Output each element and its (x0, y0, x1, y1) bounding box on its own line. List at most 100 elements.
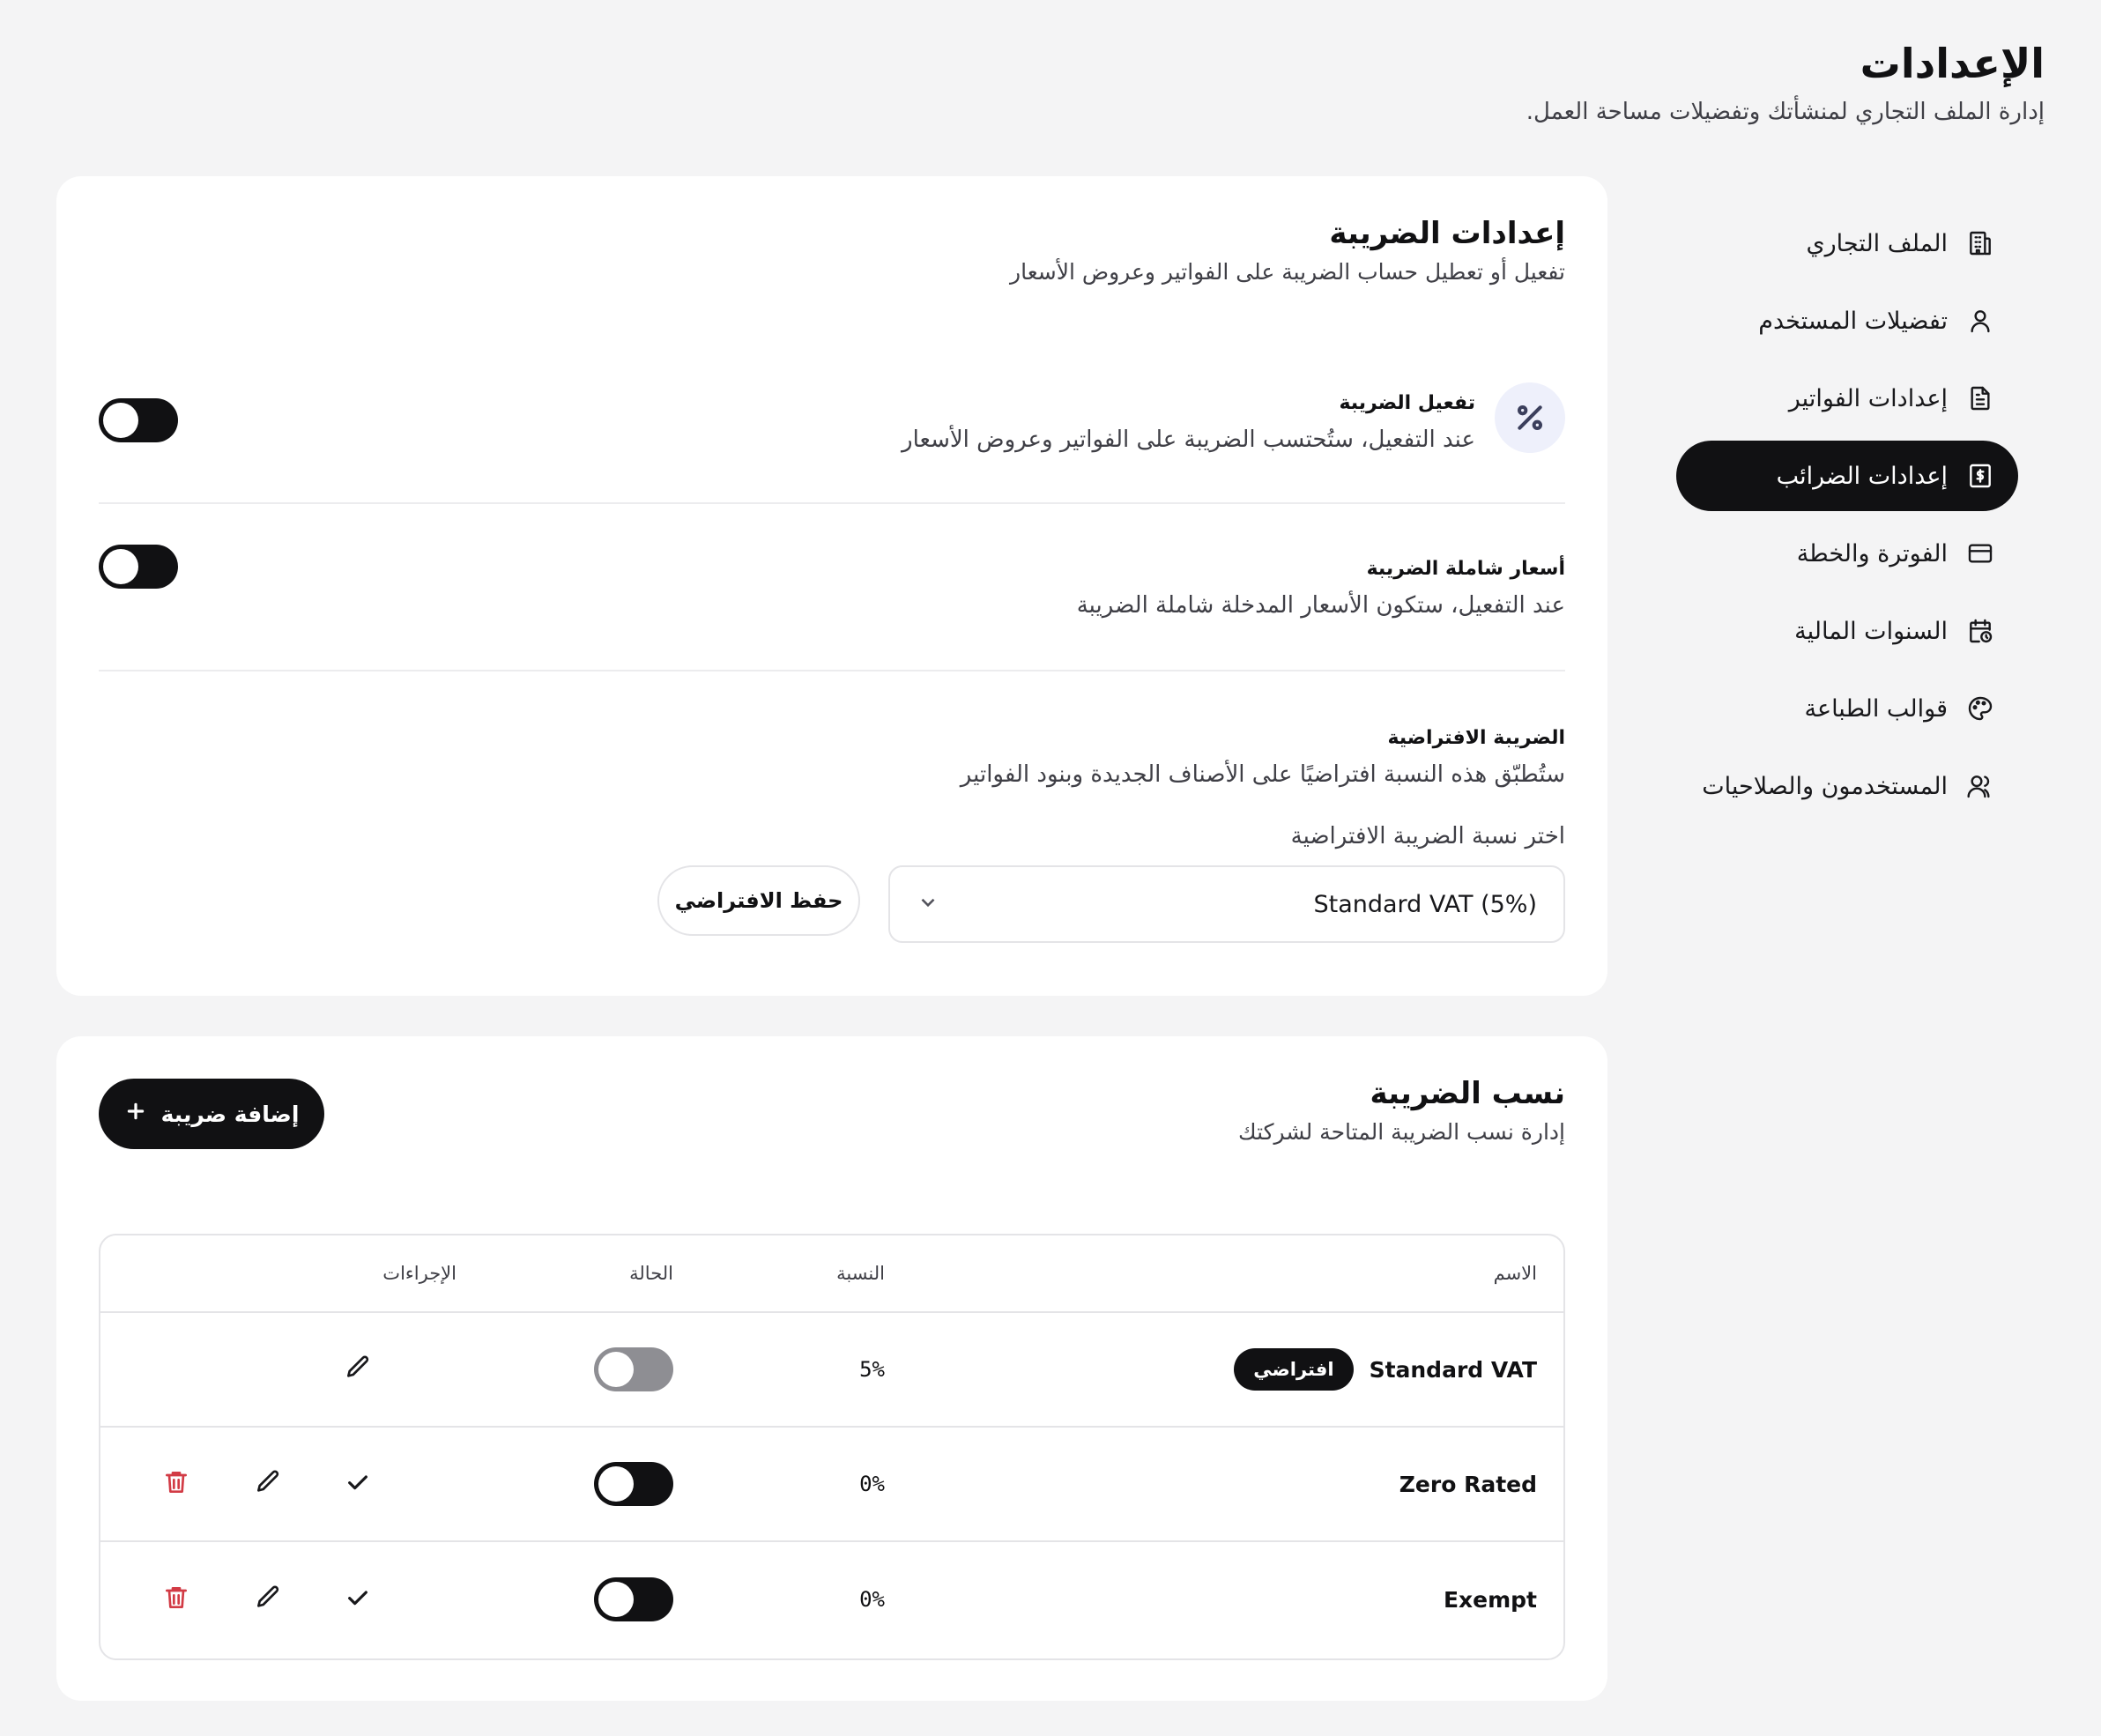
plus-icon (124, 1100, 147, 1128)
status-toggle[interactable] (594, 1347, 673, 1391)
pencil-icon (254, 1468, 282, 1500)
palette-icon (1965, 694, 1995, 723)
table-header: الاسم النسبة الحالة الإجراءات (100, 1235, 1563, 1313)
default-tax-controls: اختر نسبة الضريبة الافتراضية Standard VA… (99, 671, 1565, 953)
edit-button[interactable] (340, 1352, 375, 1387)
user-icon (1965, 306, 1995, 336)
tax-name: Exempt (1443, 1586, 1537, 1613)
status-cell (594, 1428, 673, 1540)
check-icon (344, 1468, 372, 1500)
tax-rates-table: الاسم النسبة الحالة الإجراءات Standard V… (99, 1234, 1565, 1660)
add-tax-label: إضافة ضريبة (160, 1101, 300, 1127)
status-cell (594, 1313, 673, 1426)
delete-button[interactable] (159, 1582, 194, 1617)
name-cell: Standard VAT افتراضي (1234, 1313, 1537, 1426)
sidebar-item-fiscal-years[interactable]: السنوات المالية (1676, 596, 2018, 666)
tax-rates-title: نسب الضريبة (1370, 1076, 1565, 1111)
sidebar-item-print-templates[interactable]: قوالب الطباعة (1676, 673, 2018, 744)
tax-rates-card: نسب الضريبة إدارة نسب الضريبة المتاحة لش… (56, 1036, 1607, 1701)
building-icon (1965, 228, 1995, 258)
name-cell: Zero Rated (1399, 1428, 1537, 1540)
sidebar-item-user-preferences[interactable]: تفضيلات المستخدم (1676, 286, 2018, 356)
receipt-dollar-icon (1965, 461, 1995, 491)
delete-button[interactable] (159, 1466, 194, 1502)
tax-settings-description: تفعيل أو تعطيل حساب الضريبة على الفواتير… (1010, 259, 1565, 285)
tax-settings-card: إعدادات الضريبة تفعيل أو تعطيل حساب الضر… (56, 176, 1607, 996)
tax-inclusive-description: عند التفعيل، ستكون الأسعار المدخلة شاملة… (1076, 592, 1565, 619)
document-icon (1965, 383, 1995, 413)
add-tax-button[interactable]: إضافة ضريبة (99, 1079, 324, 1149)
sidebar-item-label: الفوترة والخطة (1796, 539, 1948, 568)
enable-tax-row: تفعيل الضريبة عند التفعيل، ستُحتسب الضري… (99, 370, 1565, 504)
trash-icon (162, 1468, 190, 1500)
enable-tax-label: تفعيل الضريبة (1339, 392, 1475, 414)
tax-rate: 0% (859, 1587, 885, 1612)
actions-cell (143, 1542, 407, 1657)
enable-tax-description: عند التفعيل، ستُحتسب الضريبة على الفواتي… (902, 427, 1475, 453)
rate-cell: 0% (859, 1542, 885, 1657)
check-icon (344, 1584, 372, 1615)
column-header-rate: النسبة (836, 1263, 885, 1284)
default-badge: افتراضي (1234, 1348, 1354, 1391)
tax-settings-header: إعدادات الضريبة تفعيل أو تعطيل حساب الضر… (1010, 210, 1565, 285)
sidebar-item-tax-settings[interactable]: إعدادات الضرائب (1676, 441, 2018, 511)
status-toggle[interactable] (594, 1462, 673, 1506)
tax-inclusive-toggle[interactable] (99, 545, 178, 589)
tax-name: Zero Rated (1399, 1471, 1537, 1497)
enable-tax-text: تفعيل الضريبة عند التفعيل، ستُحتسب الضري… (902, 388, 1475, 453)
tax-rate: 0% (859, 1472, 885, 1496)
column-header-name: الاسم (1493, 1263, 1537, 1284)
name-cell: Exempt (1444, 1542, 1537, 1657)
settings-page: الإعدادات إدارة الملف التجاري لمنشأتك وت… (0, 0, 2101, 1736)
sidebar-item-label: إعدادات الفواتير (1788, 384, 1948, 412)
sidebar-item-label: الملف التجاري (1806, 229, 1948, 257)
sidebar-item-users-permissions[interactable]: المستخدمون والصلاحيات (1676, 751, 2018, 821)
tax-inclusive-row: أسعار شاملة الضريبة عند التفعيل، ستكون ا… (99, 504, 1565, 671)
settings-sidebar: الملف التجاري تفضيلات المستخدم إعدادات ا… (1676, 208, 2018, 828)
tax-inclusive-label: أسعار شاملة الضريبة (1366, 558, 1565, 580)
page-title: الإعدادات (1860, 40, 2045, 87)
calendar-clock-icon (1965, 616, 1995, 646)
pencil-icon (344, 1354, 372, 1385)
tax-settings-title: إعدادات الضريبة (1329, 216, 1565, 251)
table-row: Exempt 0% (100, 1542, 1563, 1657)
trash-icon (162, 1584, 190, 1615)
chevron-down-icon (917, 891, 939, 917)
sidebar-item-billing-plan[interactable]: الفوترة والخطة (1676, 518, 2018, 589)
column-header-actions: الإجراءات (382, 1263, 457, 1284)
column-header-status: الحالة (629, 1263, 673, 1284)
page-subtitle: إدارة الملف التجاري لمنشأتك وتفضيلات مسا… (1526, 99, 2045, 125)
tax-rates-header: نسب الضريبة إدارة نسب الضريبة المتاحة لش… (1238, 1070, 1565, 1145)
default-tax-select[interactable]: Standard VAT (5%) (888, 865, 1565, 943)
set-default-button[interactable] (340, 1466, 375, 1502)
pencil-icon (254, 1584, 282, 1615)
status-toggle[interactable] (594, 1577, 673, 1621)
actions-cell (143, 1313, 407, 1426)
set-default-button[interactable] (340, 1582, 375, 1617)
sidebar-item-invoice-settings[interactable]: إعدادات الفواتير (1676, 363, 2018, 434)
table-row: Standard VAT افتراضي 5% (100, 1313, 1563, 1428)
enable-tax-toggle[interactable] (99, 398, 178, 442)
tax-rate: 5% (859, 1357, 885, 1382)
rate-cell: 5% (859, 1313, 885, 1426)
edit-button[interactable] (250, 1582, 286, 1617)
tax-inclusive-text: أسعار شاملة الضريبة عند التفعيل، ستكون ا… (1077, 553, 1565, 619)
percent-icon (1495, 382, 1565, 453)
status-cell (594, 1542, 673, 1657)
default-tax-select-label: اختر نسبة الضريبة الافتراضية (1290, 823, 1565, 849)
save-default-button[interactable]: حفظ الافتراضي (657, 865, 860, 936)
edit-button[interactable] (250, 1466, 286, 1502)
sidebar-item-label: قوالب الطباعة (1804, 694, 1948, 723)
sidebar-item-label: المستخدمون والصلاحيات (1702, 772, 1948, 800)
page-header: الإعدادات إدارة الملف التجاري لمنشأتك وت… (1526, 33, 2045, 125)
default-tax-row: الضريبة الافتراضية ستُطبّق هذه النسبة اف… (99, 671, 1565, 953)
tax-name: Standard VAT (1369, 1356, 1537, 1383)
table-row: Zero Rated 0% (100, 1428, 1563, 1542)
users-icon (1965, 771, 1995, 801)
sidebar-item-label: السنوات المالية (1794, 617, 1948, 645)
sidebar-item-label: إعدادات الضرائب (1776, 462, 1948, 490)
default-tax-select-value: Standard VAT (5%) (1313, 890, 1537, 918)
sidebar-item-business-profile[interactable]: الملف التجاري (1676, 208, 2018, 278)
actions-cell (143, 1428, 407, 1540)
credit-card-icon (1965, 538, 1995, 568)
